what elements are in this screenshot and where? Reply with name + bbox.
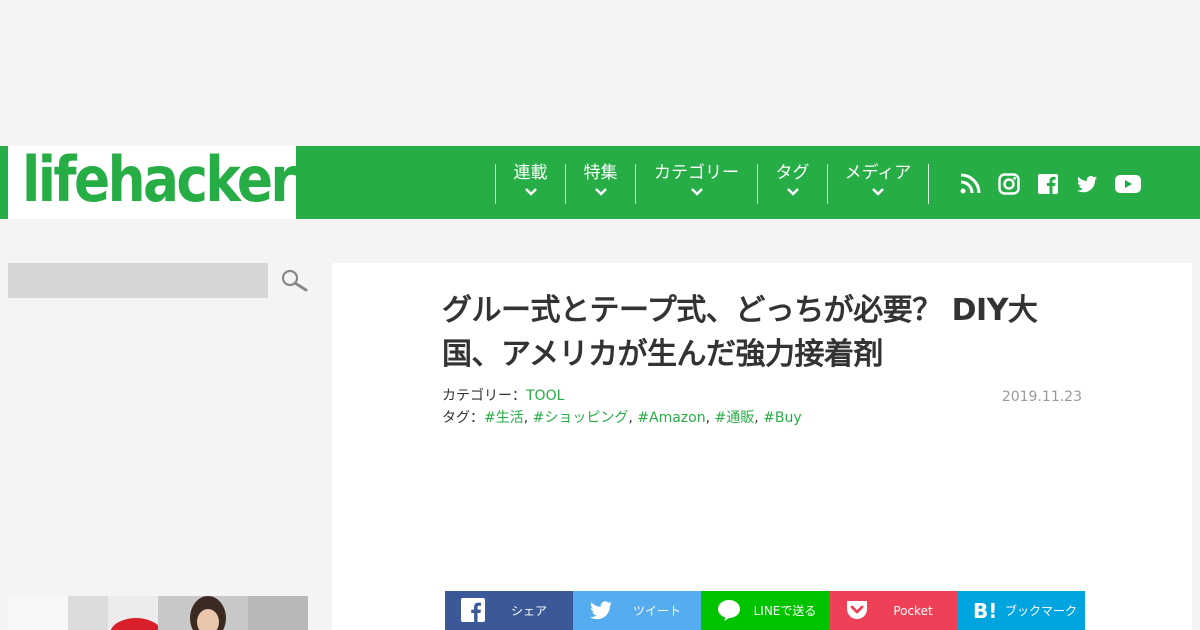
tag-link[interactable]: #Buy	[763, 410, 802, 426]
share-facebook-button[interactable]: シェア	[445, 591, 573, 630]
article-category-row: カテゴリー：TOOL	[442, 385, 564, 405]
article-tags-row: タグ：#生活, #ショッピング, #Amazon, #通販, #Buy	[442, 410, 802, 426]
tag-link[interactable]: #Amazon	[637, 410, 705, 426]
site-header: lifehacker 連載 特集 カテゴリー タグ メディア	[0, 143, 1200, 219]
logo-area[interactable]: lifehacker	[0, 143, 297, 219]
main-nav: 連載 特集 カテゴリー タグ メディア	[296, 146, 1200, 219]
search-input[interactable]	[8, 263, 268, 298]
facebook-icon[interactable]	[1036, 172, 1060, 196]
tag-link[interactable]: #ショッピング	[533, 410, 629, 426]
nav-label: 特集	[583, 163, 618, 183]
chevron-down-icon	[524, 188, 537, 196]
chevron-down-icon	[690, 188, 703, 196]
share-label: ツイート	[632, 604, 681, 618]
tags-label: タグ：	[442, 410, 484, 426]
ad-photo	[8, 596, 308, 630]
instagram-icon[interactable]	[997, 172, 1021, 196]
share-bar: シェア ツイート LINEで送る Pocket B! ブックマーク	[445, 591, 1085, 630]
nav-item-tags[interactable]: タグ	[757, 163, 827, 204]
site-logo[interactable]: lifehacker	[22, 140, 297, 220]
category-label: カテゴリー：	[442, 388, 526, 404]
chevron-down-icon	[594, 188, 607, 196]
share-twitter-button[interactable]: ツイート	[573, 591, 701, 630]
nav-item-media[interactable]: メディア	[827, 163, 929, 204]
tag-link[interactable]: #通販	[715, 410, 755, 426]
tag-link[interactable]: #生活	[484, 410, 524, 426]
article-card: グルー式とテープ式、どっちが必要？ DIY大国、アメリカが生んだ強力接着剤 カテ…	[332, 263, 1192, 630]
nav-label: 連載	[513, 163, 548, 183]
search-icon[interactable]	[280, 268, 308, 294]
logo-stripe	[0, 146, 8, 219]
twitter-icon[interactable]	[1075, 172, 1099, 196]
nav-label: メディア	[844, 163, 912, 183]
share-line-button[interactable]: LINEで送る	[701, 591, 829, 630]
chevron-down-icon	[786, 188, 799, 196]
youtube-icon[interactable]	[1114, 172, 1142, 196]
article-date: 2019.11.23	[1001, 389, 1082, 405]
nav-item-series[interactable]: 連載	[495, 163, 565, 204]
rss-icon[interactable]	[958, 172, 982, 196]
nav-item-categories[interactable]: カテゴリー	[635, 163, 757, 204]
share-hatena-button[interactable]: B! ブックマーク	[957, 591, 1085, 630]
nav-label: タグ	[775, 163, 810, 183]
nav-item-features[interactable]: 特集	[565, 163, 635, 204]
share-pocket-button[interactable]: Pocket	[829, 591, 957, 630]
share-label: Pocket	[893, 603, 933, 618]
share-label: ブックマーク	[1004, 604, 1077, 618]
article-title: グルー式とテープ式、どっちが必要？ DIY大国、アメリカが生んだ強力接着剤	[442, 293, 1038, 372]
share-label: LINEで送る	[753, 604, 817, 618]
share-label: シェア	[510, 604, 547, 618]
nav-label: カテゴリー	[654, 163, 739, 183]
sidebar-ad-image[interactable]	[8, 596, 308, 630]
category-link[interactable]: TOOL	[526, 388, 564, 404]
chevron-down-icon	[872, 188, 884, 196]
